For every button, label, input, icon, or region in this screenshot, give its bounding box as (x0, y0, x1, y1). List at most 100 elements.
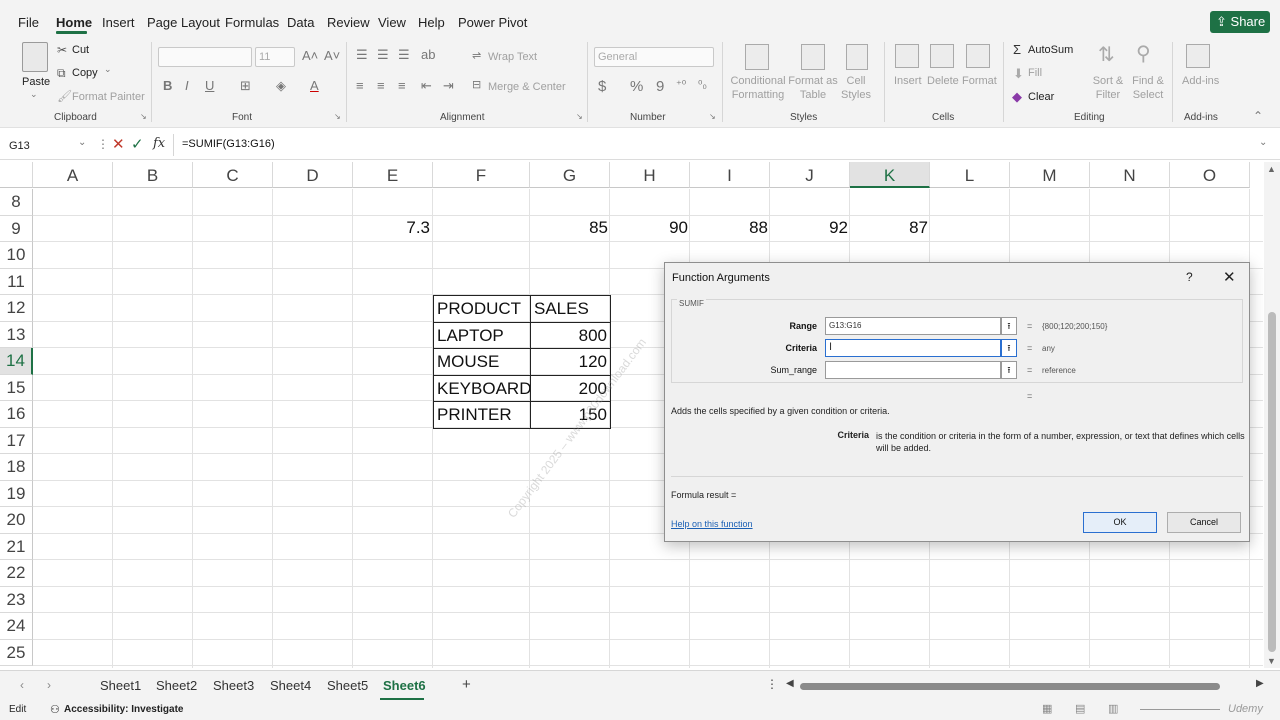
accessibility-status[interactable]: Accessibility: Investigate (64, 704, 184, 715)
menu-file[interactable]: File (18, 15, 39, 30)
fill-color-icon[interactable]: ◈ (276, 79, 286, 92)
sheet-tab-sheet5[interactable]: Sheet5 (327, 678, 368, 693)
column-header-e[interactable]: E (353, 162, 433, 188)
number-format-select[interactable]: General (594, 47, 714, 67)
dialog-launcher-icon[interactable]: ↘ (334, 113, 341, 121)
merge-center-button[interactable]: Merge & Center (488, 81, 566, 93)
increase-decimal-icon[interactable]: ⁺⁰ (676, 80, 686, 91)
row-header-23[interactable]: 23 (0, 586, 33, 613)
italic-button[interactable]: I (185, 79, 189, 92)
row-header-8[interactable]: 8 (0, 189, 33, 216)
collapse-dialog-icon[interactable]: ⭱ (1001, 317, 1017, 335)
cell-E9[interactable]: 7.3 (354, 218, 430, 238)
table-header-cell[interactable]: PRODUCT (433, 295, 531, 323)
close-icon[interactable]: ✕ (1223, 268, 1236, 286)
column-header-j[interactable]: J (770, 162, 850, 188)
paste-button[interactable]: Paste (22, 76, 50, 88)
table-cell[interactable]: LAPTOP (433, 321, 531, 349)
formula-input[interactable]: =SUMIF(G13:G16) (182, 138, 275, 150)
insert-function-icon[interactable]: fx (153, 137, 165, 150)
arg-input-range[interactable]: G13:G16 (825, 317, 1001, 335)
column-header-i[interactable]: I (690, 162, 770, 188)
table-cell[interactable]: MOUSE (433, 348, 531, 376)
row-header-24[interactable]: 24 (0, 613, 33, 640)
sheet-tab-sheet1[interactable]: Sheet1 (100, 678, 141, 693)
row-header-16[interactable]: 16 (0, 401, 33, 428)
scroll-thumb[interactable] (1268, 312, 1276, 652)
page-layout-icon[interactable]: ▤ (1075, 702, 1085, 715)
underline-button[interactable]: U (205, 79, 214, 92)
sheet-tab-sheet3[interactable]: Sheet3 (213, 678, 254, 693)
chevron-down-icon[interactable]: ⌄ (30, 90, 38, 99)
align-right-icon[interactable]: ≡ (398, 79, 406, 92)
cut-button[interactable]: Cut (72, 44, 89, 56)
zoom-slider[interactable] (1140, 709, 1220, 710)
table-cell[interactable]: PRINTER (433, 401, 531, 429)
font-name-select[interactable] (158, 47, 252, 67)
menu-help[interactable]: Help (418, 15, 445, 30)
row-header-17[interactable]: 17 (0, 427, 33, 454)
column-header-f[interactable]: F (433, 162, 530, 188)
align-center-icon[interactable]: ≡ (377, 79, 385, 92)
table-cell[interactable]: 120 (530, 348, 611, 376)
paste-icon[interactable] (22, 42, 48, 72)
font-size-select[interactable]: 11 (255, 47, 295, 67)
row-header-12[interactable]: 12 (0, 295, 33, 322)
dialog-launcher-icon[interactable]: ↘ (140, 113, 147, 121)
addins-button[interactable]: Add-ins (1182, 75, 1219, 87)
row-header-22[interactable]: 22 (0, 560, 33, 587)
cell-H9[interactable]: 90 (611, 218, 688, 238)
decrease-font-icon[interactable]: A˅ (324, 49, 340, 62)
increase-indent-icon[interactable]: ⇥ (443, 79, 454, 92)
row-header-13[interactable]: 13 (0, 321, 33, 348)
column-header-m[interactable]: M (1010, 162, 1090, 188)
sort-filter-button[interactable]: Sort & Filter (1088, 74, 1128, 102)
column-header-h[interactable]: H (610, 162, 690, 188)
arg-input-criteria[interactable] (825, 339, 1001, 357)
cell-K9[interactable]: 87 (851, 218, 928, 238)
column-header-k[interactable]: K (850, 162, 930, 188)
conditional-formatting-button[interactable]: Conditional Formatting (730, 74, 786, 102)
row-header-9[interactable]: 9 (0, 215, 33, 242)
row-header-25[interactable]: 25 (0, 639, 33, 666)
format-cells-button[interactable]: Format (962, 75, 997, 87)
menu-review[interactable]: Review (327, 15, 370, 30)
row-header-21[interactable]: 21 (0, 533, 33, 560)
menu-formulas[interactable]: Formulas (225, 15, 279, 30)
share-button[interactable]: ⇪ Share (1210, 11, 1270, 33)
decrease-decimal-icon[interactable]: ⁰₀ (698, 80, 707, 91)
menu-page-layout[interactable]: Page Layout (147, 15, 220, 30)
column-header-a[interactable]: A (33, 162, 113, 188)
menu-insert[interactable]: Insert (102, 15, 135, 30)
percent-button[interactable]: % (630, 79, 643, 94)
arg-input-sum-range[interactable] (825, 361, 1001, 379)
table-cell[interactable]: 800 (530, 321, 611, 349)
increase-font-icon[interactable]: A˄ (302, 49, 318, 62)
dialog-launcher-icon[interactable]: ↘ (709, 113, 716, 121)
sheet-tab-sheet2[interactable]: Sheet2 (156, 678, 197, 693)
column-header-o[interactable]: O (1170, 162, 1250, 188)
horizontal-scroll-thumb[interactable] (800, 683, 1220, 690)
currency-button[interactable]: $ (598, 79, 606, 94)
table-cell[interactable]: KEYBOARD (433, 374, 531, 402)
row-header-14[interactable]: 14 (0, 348, 33, 375)
vertical-scrollbar[interactable]: ▲ ▼ (1264, 162, 1280, 668)
page-break-icon[interactable]: ▥ (1108, 702, 1118, 715)
delete-cells-button[interactable]: Delete (927, 75, 959, 87)
collapse-ribbon-icon[interactable]: ⌃ (1253, 110, 1263, 122)
align-top-icon[interactable]: ☰ (356, 48, 368, 61)
menu-power-pivot[interactable]: Power Pivot (458, 15, 527, 30)
font-color-icon[interactable]: A (310, 79, 319, 92)
orientation-icon[interactable]: ab (421, 48, 435, 61)
menu-view[interactable]: View (378, 15, 406, 30)
borders-icon[interactable]: ⊞ (240, 79, 251, 92)
wrap-text-button[interactable]: Wrap Text (488, 51, 537, 63)
scroll-right-icon[interactable]: ▶ (1256, 679, 1264, 689)
row-header-11[interactable]: 11 (0, 268, 33, 295)
column-header-b[interactable]: B (113, 162, 193, 188)
help-icon[interactable]: ? (1186, 270, 1193, 284)
collapse-dialog-icon[interactable]: ⭱ (1001, 361, 1017, 379)
expand-formula-bar-icon[interactable]: ⌄ (1259, 138, 1267, 148)
row-header-10[interactable]: 10 (0, 242, 33, 269)
column-header-d[interactable]: D (273, 162, 353, 188)
